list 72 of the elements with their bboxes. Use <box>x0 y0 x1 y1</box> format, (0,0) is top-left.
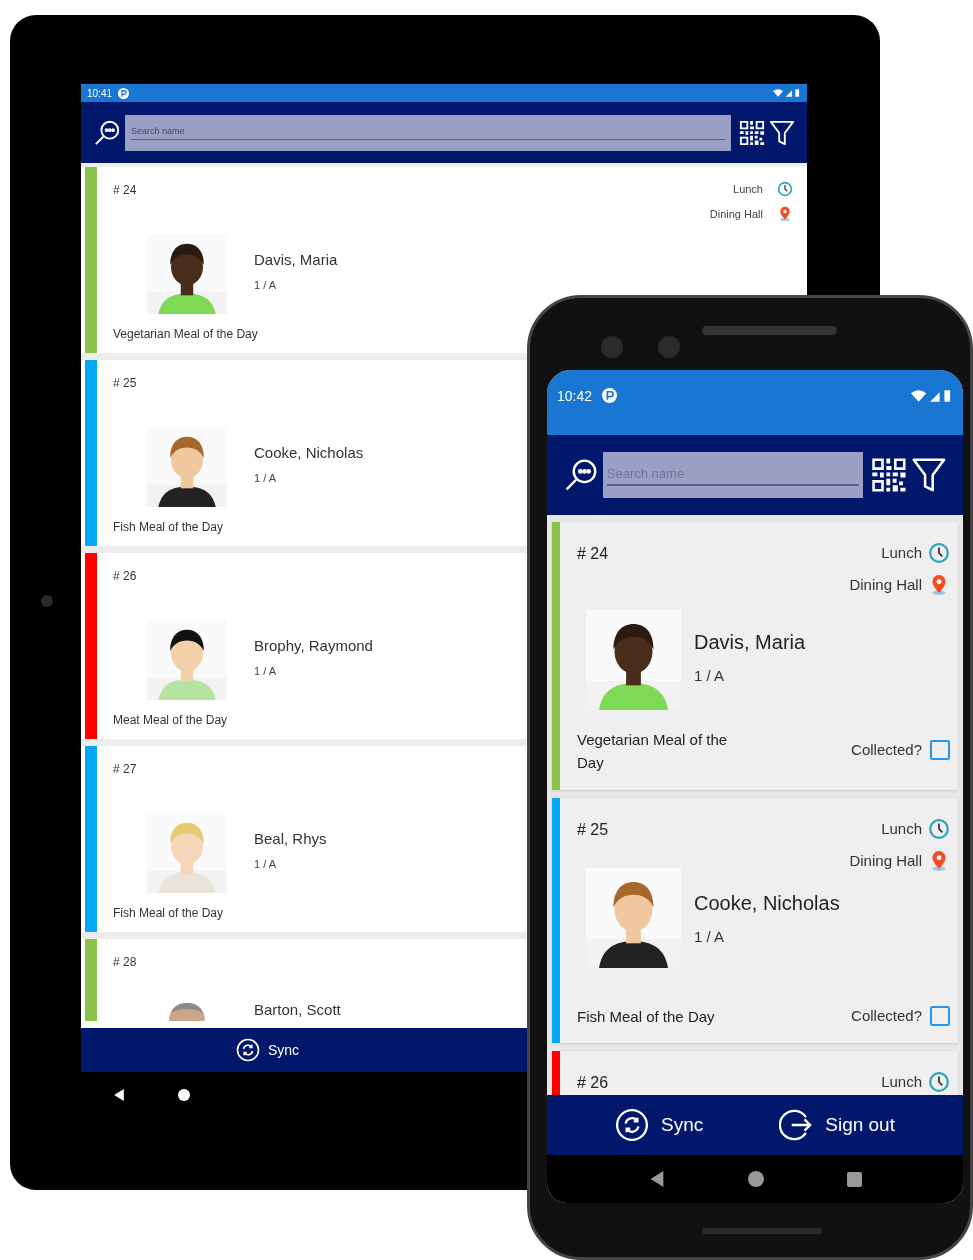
meal-label: Vegetarian Meal of the Day <box>113 326 258 343</box>
clock-icon <box>928 542 950 565</box>
status-time: 10:41 <box>87 86 113 101</box>
student-card[interactable]: # 26 Lunch <box>552 1051 958 1095</box>
filter-icon[interactable] <box>769 118 795 147</box>
student-number: # 25 <box>113 375 137 392</box>
clock-icon <box>928 1071 950 1094</box>
sync-button[interactable]: Sync <box>236 1038 300 1062</box>
location-label: Dining Hall <box>849 575 922 595</box>
notification-icon <box>602 388 618 403</box>
student-name: Barton, Scott <box>254 1000 341 1020</box>
collected-label: Collected? <box>851 1006 922 1026</box>
location-label: Dining Hall <box>849 851 922 871</box>
class-label: 1 / A <box>254 278 277 293</box>
class-label: 1 / A <box>254 857 277 872</box>
service-label: Lunch <box>881 543 922 563</box>
service-label: Lunch <box>733 182 763 197</box>
sign-out-button[interactable]: Sign out <box>779 1108 895 1142</box>
student-name: Cooke, Nicholas <box>254 443 364 463</box>
student-number: # 24 <box>577 544 609 564</box>
student-number: # 26 <box>113 568 137 585</box>
sync-icon <box>615 1108 649 1142</box>
meal-label: Fish Meal of the Day <box>577 1007 715 1027</box>
class-label: 1 / A <box>254 664 277 679</box>
student-number: # 27 <box>113 761 137 778</box>
location-pin-icon <box>777 206 793 223</box>
filter-icon[interactable] <box>911 456 947 494</box>
meal-label: Fish Meal of the Day <box>113 519 224 536</box>
status-icons <box>773 88 801 98</box>
meal-label: Vegetarian Meal of the Day <box>577 730 729 773</box>
sync-icon <box>236 1038 260 1062</box>
camera-lens <box>658 336 680 358</box>
student-name: Davis, Maria <box>694 630 806 655</box>
home-icon[interactable] <box>747 1171 764 1187</box>
student-name: Davis, Maria <box>254 250 338 270</box>
camera-lens <box>601 336 623 358</box>
class-label: 1 / A <box>694 666 725 686</box>
status-time: 10:42 <box>557 387 593 406</box>
search-icon[interactable] <box>563 457 599 493</box>
collected-checkbox[interactable] <box>930 1006 950 1027</box>
back-icon[interactable] <box>648 1170 665 1188</box>
qr-code-icon[interactable] <box>871 457 908 493</box>
service-label: Lunch <box>881 819 922 839</box>
collected-label: Collected? <box>851 740 922 760</box>
student-number: # 24 <box>113 182 137 199</box>
home-icon[interactable] <box>178 1089 190 1101</box>
student-number: # 26 <box>577 1073 609 1093</box>
student-number: # 25 <box>577 820 609 840</box>
student-number: # 28 <box>113 954 137 971</box>
search-icon[interactable] <box>93 118 121 147</box>
location-label: Dining Hall <box>709 207 763 222</box>
sign-out-icon <box>779 1108 814 1142</box>
clock-icon <box>928 818 950 841</box>
class-label: 1 / A <box>254 471 277 486</box>
recents-icon[interactable] <box>846 1171 862 1187</box>
sync-button[interactable]: Sync <box>615 1108 704 1142</box>
meal-label: Fish Meal of the Day <box>113 905 224 922</box>
student-name: Beal, Rhys <box>254 829 327 849</box>
student-name: Cooke, Nicholas <box>694 891 840 916</box>
student-card[interactable]: # 24 Lunch Dining Hall Davis, Maria 1 / A Vegetarian Meal of the Day Collected? <box>552 522 958 790</box>
student-name: Brophy, Raymond <box>254 636 373 656</box>
status-icons <box>911 389 953 403</box>
clock-icon <box>777 181 793 198</box>
meal-label: Meat Meal of the Day <box>113 712 228 729</box>
qr-code-icon[interactable] <box>739 119 765 146</box>
notification-icon <box>118 87 130 99</box>
search-field[interactable]: Search name <box>125 114 731 151</box>
service-label: Lunch <box>881 1072 922 1092</box>
class-label: 1 / A <box>694 927 725 947</box>
student-card[interactable]: # 25 Lunch Dining Hall Cooke, Nicholas 1 / A Fish Meal of the Day Collected? <box>552 798 958 1043</box>
collected-checkbox[interactable] <box>930 740 950 761</box>
back-icon[interactable] <box>113 1089 125 1101</box>
